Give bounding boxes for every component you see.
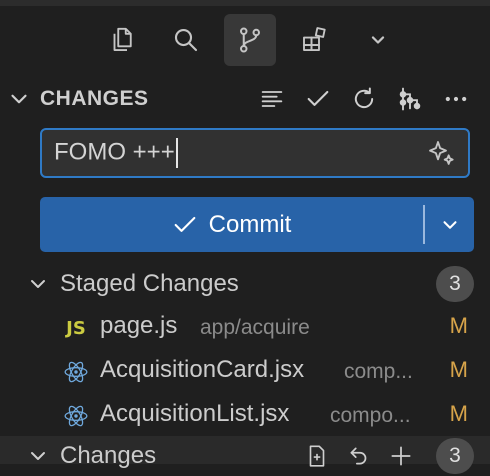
commit-button-group: Commit <box>40 197 474 252</box>
stage-all-icon <box>391 446 411 466</box>
staged-count-badge: 3 <box>436 266 474 302</box>
changes-group[interactable]: Changes 3 <box>0 434 490 476</box>
react-icon <box>62 358 90 386</box>
chevron-down-icon[interactable] <box>26 444 50 468</box>
file-path: compo... <box>330 404 411 427</box>
file-name: page.js <box>100 312 178 339</box>
extensions-icon <box>303 27 326 51</box>
commit-options-dropdown[interactable] <box>426 197 474 252</box>
file-row[interactable]: JS page.js app/acquire M <box>0 305 490 349</box>
chevron-down-icon <box>371 36 385 44</box>
file-row[interactable]: AcquisitionCard.jsx comp... M <box>0 349 490 393</box>
tab-source-control[interactable] <box>224 14 276 66</box>
tab-extensions[interactable] <box>288 14 340 66</box>
refresh-button[interactable] <box>344 82 384 116</box>
file-status: M <box>449 313 468 338</box>
graph-icon <box>399 87 421 111</box>
discard-all-button[interactable] <box>340 440 378 472</box>
view-tabs <box>96 14 404 68</box>
commit-button[interactable]: Commit <box>40 197 422 252</box>
file-row[interactable]: AcquisitionList.jsx compo... M <box>0 393 490 437</box>
top-strip <box>0 0 490 6</box>
refresh-icon <box>354 87 374 109</box>
commit-button-label: Commit <box>208 210 292 238</box>
commit-button-divider <box>423 205 425 244</box>
stage-all-button[interactable] <box>382 440 420 472</box>
search-icon <box>174 28 198 52</box>
file-path: comp... <box>344 360 413 383</box>
section-actions <box>252 82 476 116</box>
file-status: M <box>449 401 468 426</box>
text-caret <box>175 138 178 168</box>
file-status: M <box>449 357 468 382</box>
file-name: AcquisitionCard.jsx <box>100 356 305 383</box>
graph-button[interactable] <box>390 82 430 116</box>
staged-changes-group[interactable]: Staged Changes 3 <box>0 262 490 304</box>
file-name: AcquisitionList.jsx <box>100 400 290 427</box>
section-title: CHANGES <box>40 87 149 110</box>
changes-section-header[interactable]: CHANGES <box>0 78 490 120</box>
open-file-button[interactable] <box>298 440 336 472</box>
changes-count-badge: 3 <box>436 438 474 474</box>
tab-more-views[interactable] <box>352 14 404 66</box>
tab-explorer[interactable] <box>96 14 148 66</box>
check-icon <box>174 216 196 232</box>
open-file-icon <box>309 445 325 467</box>
explorer-icon <box>113 27 132 51</box>
chevron-down-icon[interactable] <box>6 86 32 112</box>
commit-check-icon <box>307 90 329 106</box>
file-path: app/acquire <box>200 316 310 339</box>
more-actions-button[interactable] <box>436 82 476 116</box>
commit-check-button[interactable] <box>298 82 338 116</box>
react-icon <box>62 402 90 430</box>
chevron-down-icon[interactable] <box>26 272 50 296</box>
tab-search[interactable] <box>160 14 212 66</box>
commit-message-input[interactable]: FOMO +++ <box>40 128 470 178</box>
changes-label: Changes <box>60 442 157 469</box>
view-as-list-icon <box>261 91 283 107</box>
sparkle-icon[interactable] <box>426 138 458 170</box>
staged-changes-label: Staged Changes <box>60 270 239 297</box>
discard-icon <box>350 447 367 465</box>
view-as-list-button[interactable] <box>252 82 292 116</box>
changes-actions <box>298 440 420 472</box>
commit-message-text[interactable]: FOMO +++ <box>54 138 178 168</box>
js-icon: JS <box>66 317 86 339</box>
chevron-down-icon <box>443 220 457 229</box>
source-control-icon <box>240 27 261 53</box>
more-icon <box>445 96 467 102</box>
